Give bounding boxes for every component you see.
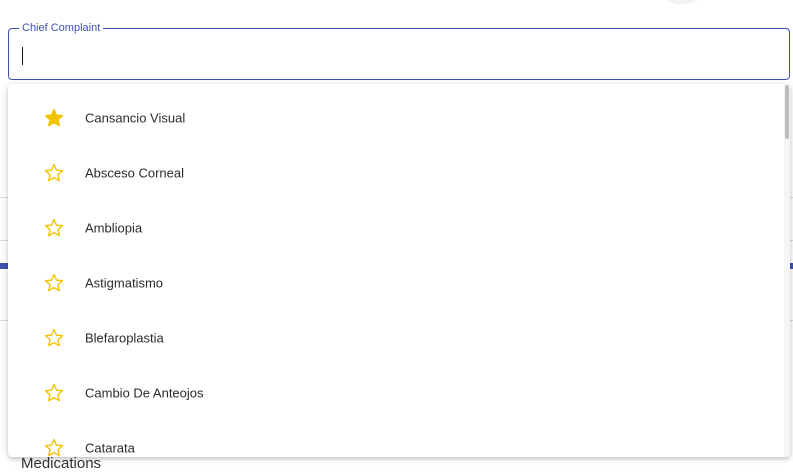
background-accent-bar — [0, 263, 8, 269]
dropdown-option-label: Blefaroplastia — [85, 330, 164, 345]
dropdown-scrollbar[interactable] — [784, 84, 790, 457]
chief-complaint-input[interactable] — [21, 43, 777, 67]
chief-complaint-label: Chief Complaint — [19, 22, 104, 35]
dropdown-option[interactable]: Cansancio Visual — [8, 90, 784, 145]
background-divider — [0, 240, 8, 241]
dropdown-option-label: Absceso Corneal — [85, 165, 184, 180]
star-outline-icon[interactable] — [44, 163, 64, 183]
dropdown-scroll-thumb[interactable] — [785, 85, 789, 139]
dropdown-option[interactable]: Astigmatismo — [8, 255, 784, 310]
star-filled-icon[interactable] — [44, 108, 64, 128]
star-outline-icon[interactable] — [44, 438, 64, 458]
dropdown-option[interactable]: Cambio De Anteojos — [8, 365, 784, 420]
dropdown-option-label: Catarata — [85, 440, 135, 455]
star-outline-icon[interactable] — [44, 383, 64, 403]
dropdown-option-label: Cambio De Anteojos — [85, 385, 204, 400]
dropdown-option[interactable]: Absceso Corneal — [8, 145, 784, 200]
chief-complaint-dropdown[interactable]: Cansancio Visual Absceso Corneal Ambliopia… — [8, 84, 790, 457]
dropdown-option[interactable]: Blefaroplastia — [8, 310, 784, 365]
background-divider — [0, 197, 8, 198]
dropdown-option[interactable]: Ambliopia — [8, 200, 784, 255]
text-cursor — [22, 47, 23, 65]
avatar-edge — [658, 0, 706, 2]
dropdown-option[interactable]: Catarata — [8, 420, 784, 457]
dropdown-option-label: Cansancio Visual — [85, 110, 186, 125]
background-divider — [0, 320, 8, 321]
star-outline-icon[interactable] — [44, 218, 64, 238]
chief-complaint-field[interactable]: Chief Complaint — [8, 22, 790, 80]
star-outline-icon[interactable] — [44, 273, 64, 293]
dropdown-option-label: Astigmatismo — [85, 275, 164, 290]
star-outline-icon[interactable] — [44, 328, 64, 348]
dropdown-option-label: Ambliopia — [85, 220, 143, 235]
